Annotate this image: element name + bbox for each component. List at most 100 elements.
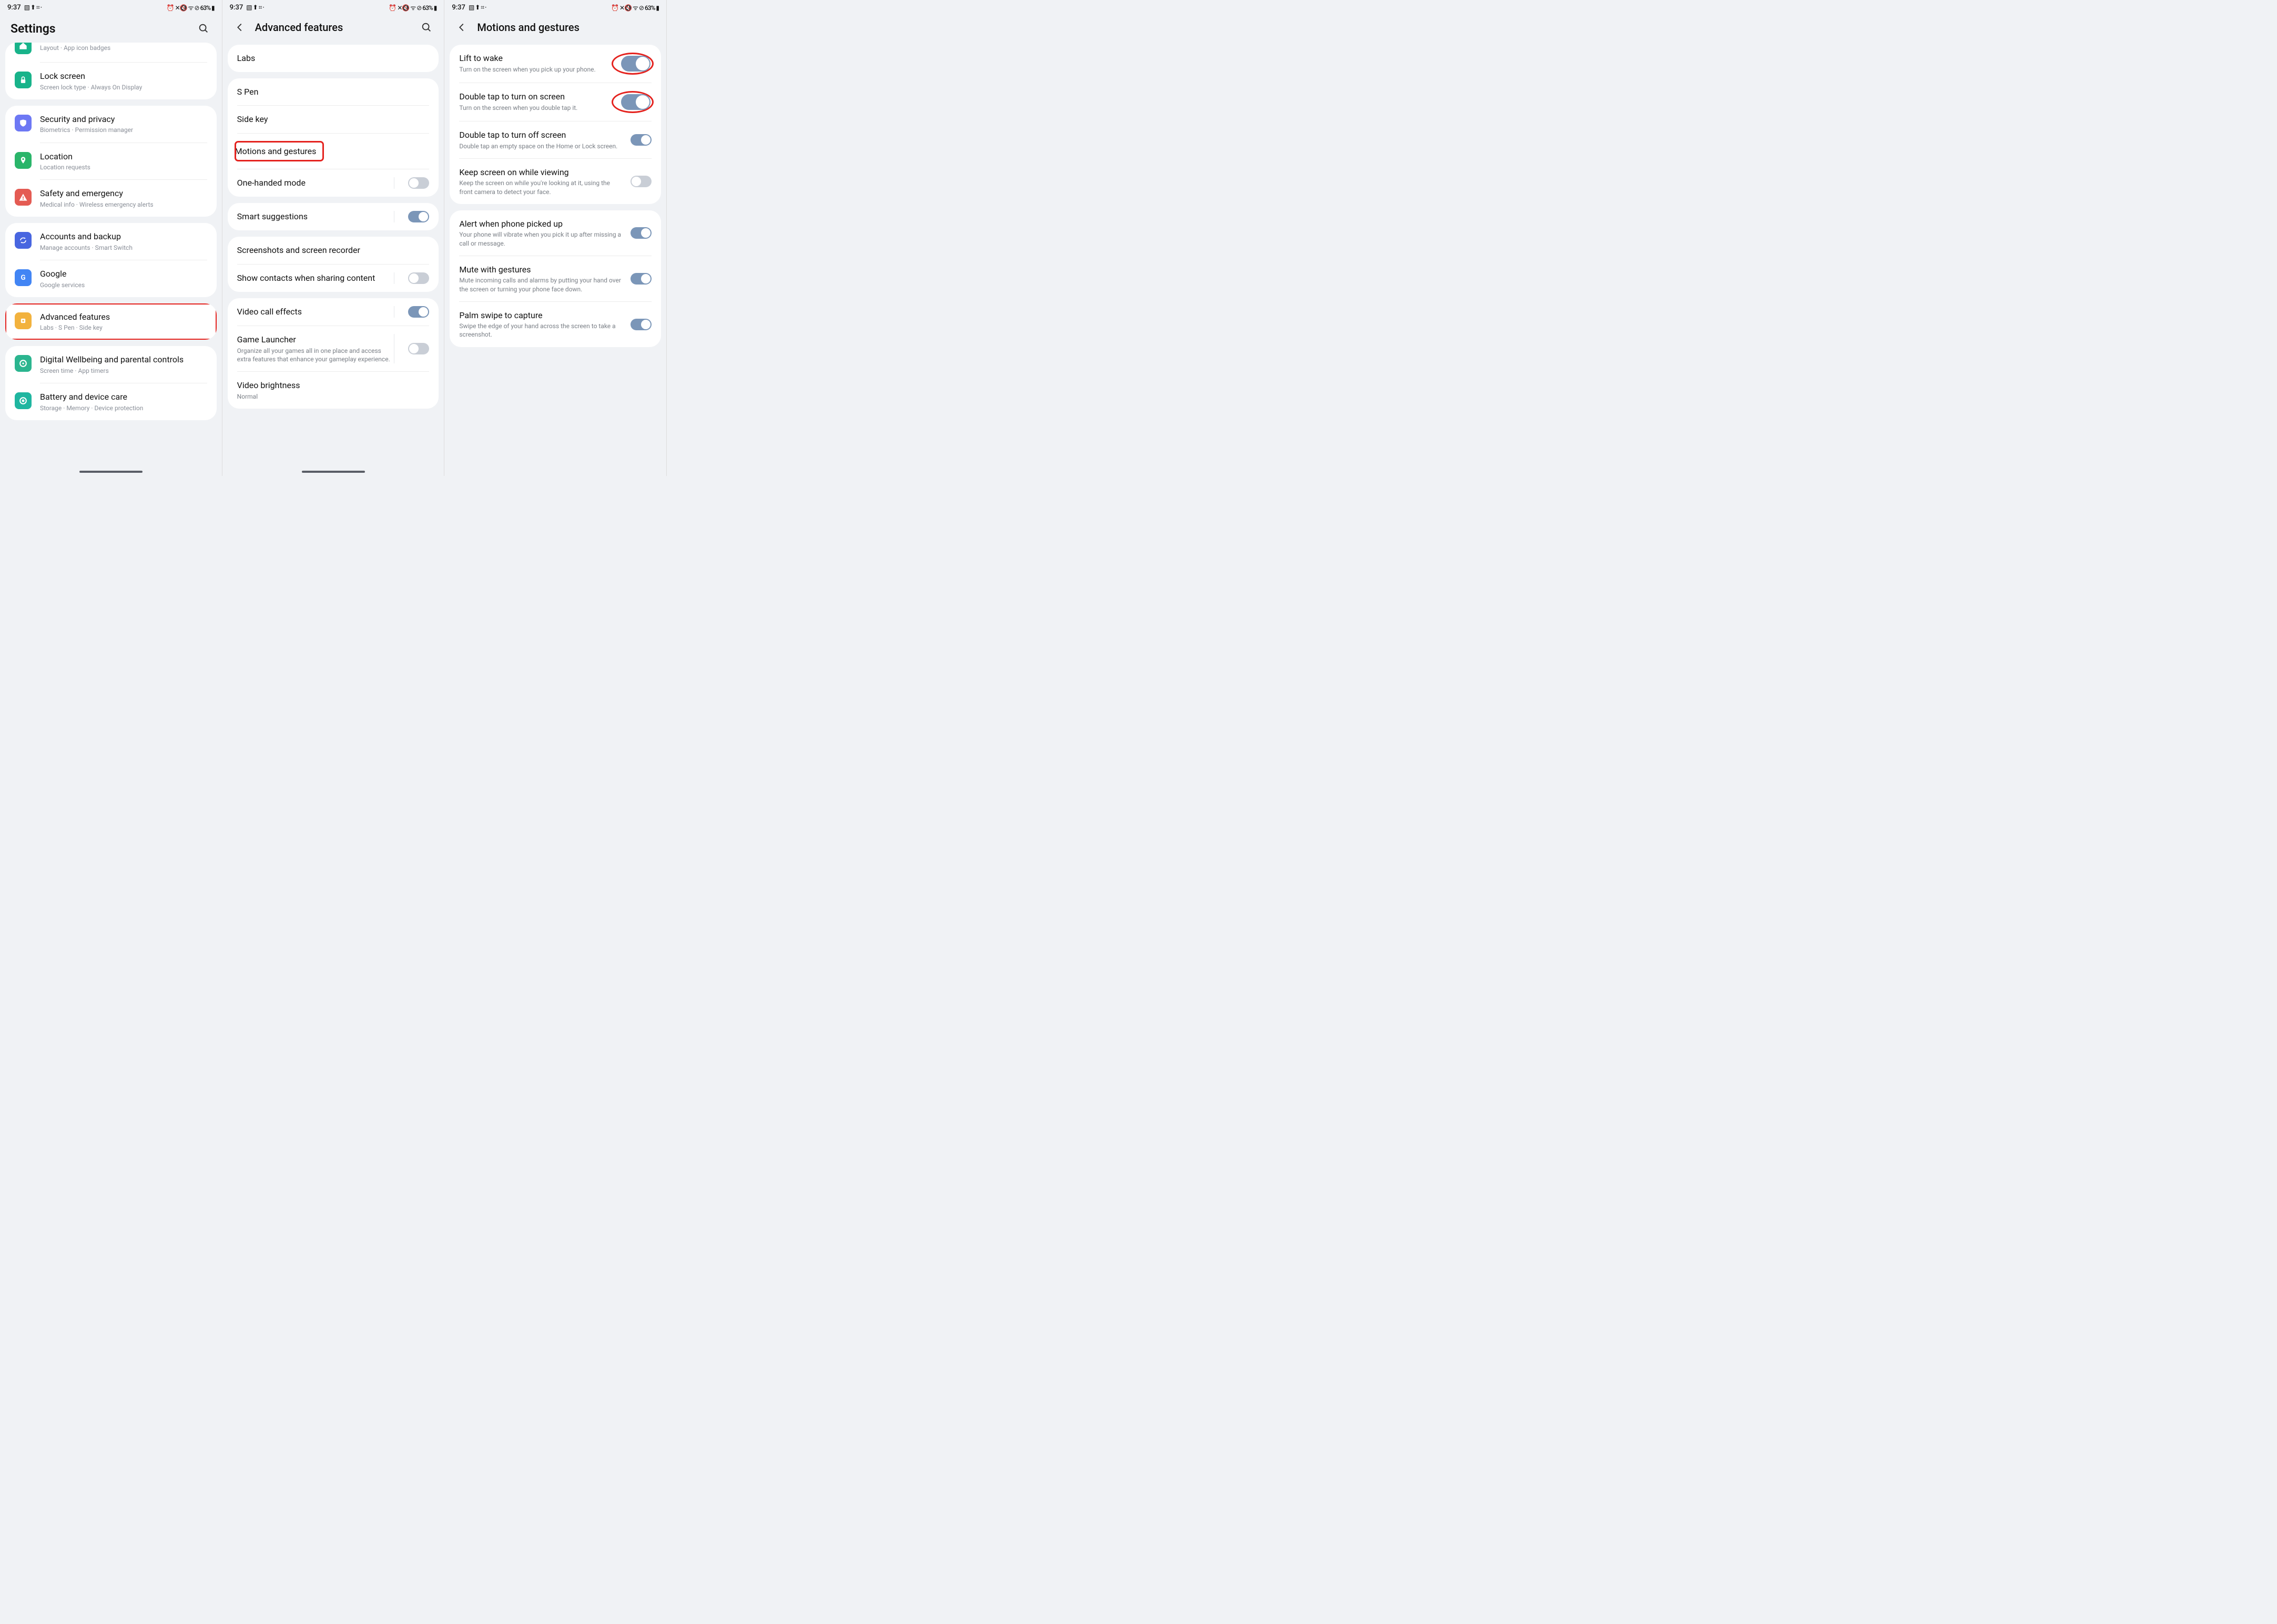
toggle-switch[interactable] <box>408 211 429 222</box>
motion-item[interactable]: Alert when phone picked upYour phone wil… <box>450 210 661 256</box>
page-title: Motions and gestures <box>477 21 580 34</box>
list-item-sub: Your phone will vibrate when you pick it… <box>459 230 624 247</box>
toggle-switch[interactable] <box>631 319 652 330</box>
list-item-sub: Keep the screen on while you're looking … <box>459 179 624 196</box>
motion-item[interactable]: Keep screen on while viewingKeep the scr… <box>450 159 661 204</box>
settings-item-sub: Layout · App icon badges <box>40 44 207 52</box>
screen3-content: Lift to wakeTurn on the screen when you … <box>444 45 666 476</box>
list-item-label: Lift to wake <box>459 53 612 64</box>
toggle-switch[interactable] <box>631 134 652 146</box>
advanced-item[interactable]: Side key <box>228 106 439 133</box>
settings-item-sub: Manage accounts · Smart Switch <box>40 243 207 252</box>
list-item-sub: Normal <box>237 392 430 401</box>
settings-item-sub: Labs · S Pen · Side key <box>40 323 207 332</box>
settings-item-lock[interactable]: Lock screenScreen lock type · Always On … <box>5 63 217 99</box>
advanced-item[interactable]: Video call effects <box>228 298 439 326</box>
toggle-switch[interactable] <box>408 272 429 284</box>
settings-item-sync[interactable]: Accounts and backupManage accounts · Sma… <box>5 223 217 260</box>
status-left-icons: ▧ ⬆ ⌗ · <box>24 4 42 12</box>
advanced-item[interactable]: Labs <box>228 45 439 72</box>
back-button[interactable] <box>232 19 248 35</box>
settings-item-battery[interactable]: Battery and device careStorage · Memory … <box>5 383 217 420</box>
settings-item-label: Digital Wellbeing and parental controls <box>40 354 207 366</box>
motion-item[interactable]: Lift to wakeTurn on the screen when you … <box>450 45 661 83</box>
page-title: Advanced features <box>255 21 343 34</box>
motion-item[interactable]: Double tap to turn on screenTurn on the … <box>450 83 661 121</box>
toggle-switch[interactable] <box>408 306 429 318</box>
settings-item-label: Accounts and backup <box>40 231 207 242</box>
screen1-content: Home screenLayout · App icon badgesLock … <box>0 43 222 476</box>
toggle-switch[interactable] <box>408 343 429 354</box>
status-left-icons: ▧ ⬆ ⌗ · <box>246 4 264 12</box>
advanced-item[interactable]: Video brightnessNormal <box>228 372 439 409</box>
motion-item[interactable]: Double tap to turn off screenDouble tap … <box>450 121 661 158</box>
nav-handle[interactable] <box>79 471 143 473</box>
settings-item-home[interactable]: Home screenLayout · App icon badges <box>5 43 217 62</box>
toggle-switch[interactable] <box>621 56 650 72</box>
advanced-item[interactable]: Game LauncherOrganize all your games all… <box>228 326 439 371</box>
screen2-content: Labs S Pen Side key Motions and gestures One… <box>222 45 444 476</box>
google-icon: G <box>15 269 32 286</box>
settings-item-alert[interactable]: Safety and emergencyMedical info · Wirel… <box>5 180 217 217</box>
list-item-sub: Turn on the screen when you double tap i… <box>459 104 612 112</box>
alert-icon <box>15 189 32 206</box>
motion-item[interactable]: Mute with gesturesMute incoming calls an… <box>450 256 661 301</box>
shield-icon <box>15 115 32 131</box>
settings-item-label: Security and privacy <box>40 114 207 125</box>
settings-item-wellbeing[interactable]: Digital Wellbeing and parental controlsS… <box>5 346 217 383</box>
search-button[interactable] <box>196 21 211 36</box>
list-item-label: Side key <box>237 114 430 125</box>
list-item-label: Smart suggestions <box>237 211 391 222</box>
list-item-label: Alert when phone picked up <box>459 218 624 230</box>
advanced-item[interactable]: Screenshots and screen recorder <box>228 237 439 264</box>
search-button[interactable] <box>419 19 434 35</box>
status-right-icons: ⏰ ✕🔇 ᯤ ⊘ 63% ▮ <box>389 3 436 12</box>
sync-icon <box>15 232 32 249</box>
search-icon <box>198 23 209 34</box>
list-item-label: Palm swipe to capture <box>459 310 624 321</box>
list-item-label: Screenshots and screen recorder <box>237 245 430 256</box>
status-time: 9:37 <box>452 4 465 12</box>
toggle-switch[interactable] <box>408 177 429 189</box>
motion-item[interactable]: Palm swipe to captureSwipe the edge of y… <box>450 302 661 347</box>
list-item-sub: Turn on the screen when you pick up your… <box>459 65 612 74</box>
list-item-label: Motions and gestures <box>235 146 317 157</box>
nav-handle[interactable] <box>302 471 365 473</box>
advanced-item[interactable]: Motions and gestures <box>228 134 439 169</box>
advanced-item[interactable]: Smart suggestions <box>228 203 439 230</box>
chevron-left-icon <box>456 22 467 33</box>
list-item-sub: Swipe the edge of your hand across the s… <box>459 322 624 339</box>
status-bar: 9:37 ▧ ⬆ ⌗ · ⏰ ✕🔇 ᯤ ⊘ 63% ▮ <box>444 0 666 13</box>
home-icon <box>15 43 32 54</box>
settings-item-shield[interactable]: Security and privacyBiometrics · Permiss… <box>5 106 217 143</box>
advanced-item[interactable]: Show contacts when sharing content <box>228 265 439 292</box>
advanced-item[interactable]: S Pen <box>228 78 439 106</box>
battery-icon <box>15 392 32 409</box>
toggle-switch[interactable] <box>631 227 652 239</box>
settings-item-sub: Biometrics · Permission manager <box>40 126 207 134</box>
list-item-label: Video brightness <box>237 380 430 391</box>
toggle-switch[interactable] <box>631 176 652 187</box>
page-title: Settings <box>11 22 56 36</box>
settings-item-sub: Medical info · Wireless emergency alerts <box>40 200 207 209</box>
settings-item-pin[interactable]: LocationLocation requests <box>5 143 217 180</box>
settings-item-advanced[interactable]: Advanced featuresLabs · S Pen · Side key <box>5 303 217 340</box>
toggle-switch[interactable] <box>631 273 652 285</box>
settings-item-sub: Google services <box>40 281 207 289</box>
lock-icon <box>15 72 32 88</box>
advanced-item[interactable]: One-handed mode <box>228 169 439 197</box>
toggle-switch[interactable] <box>621 94 650 110</box>
settings-item-label: Lock screen <box>40 70 207 82</box>
list-item-label: Keep screen on while viewing <box>459 167 624 178</box>
settings-item-label: Advanced features <box>40 311 207 323</box>
status-right-icons: ⏰ ✕🔇 ᯤ ⊘ 63% ▮ <box>611 3 659 12</box>
back-button[interactable] <box>454 19 470 35</box>
settings-item-google[interactable]: G GoogleGoogle services <box>5 260 217 297</box>
phone-screen-settings: 9:37 ▧ ⬆ ⌗ · ⏰ ✕🔇 ᯤ ⊘ 63% ▮ Settings Hom… <box>0 0 222 476</box>
settings-item-label: Battery and device care <box>40 391 207 403</box>
settings-item-label: Google <box>40 268 207 280</box>
list-item-sub: Mute incoming calls and alarms by puttin… <box>459 276 624 293</box>
chevron-left-icon <box>234 22 246 33</box>
phone-screen-motions: 9:37 ▧ ⬆ ⌗ · ⏰ ✕🔇 ᯤ ⊘ 63% ▮ Motions and … <box>444 0 667 476</box>
settings-item-label: Safety and emergency <box>40 188 207 199</box>
